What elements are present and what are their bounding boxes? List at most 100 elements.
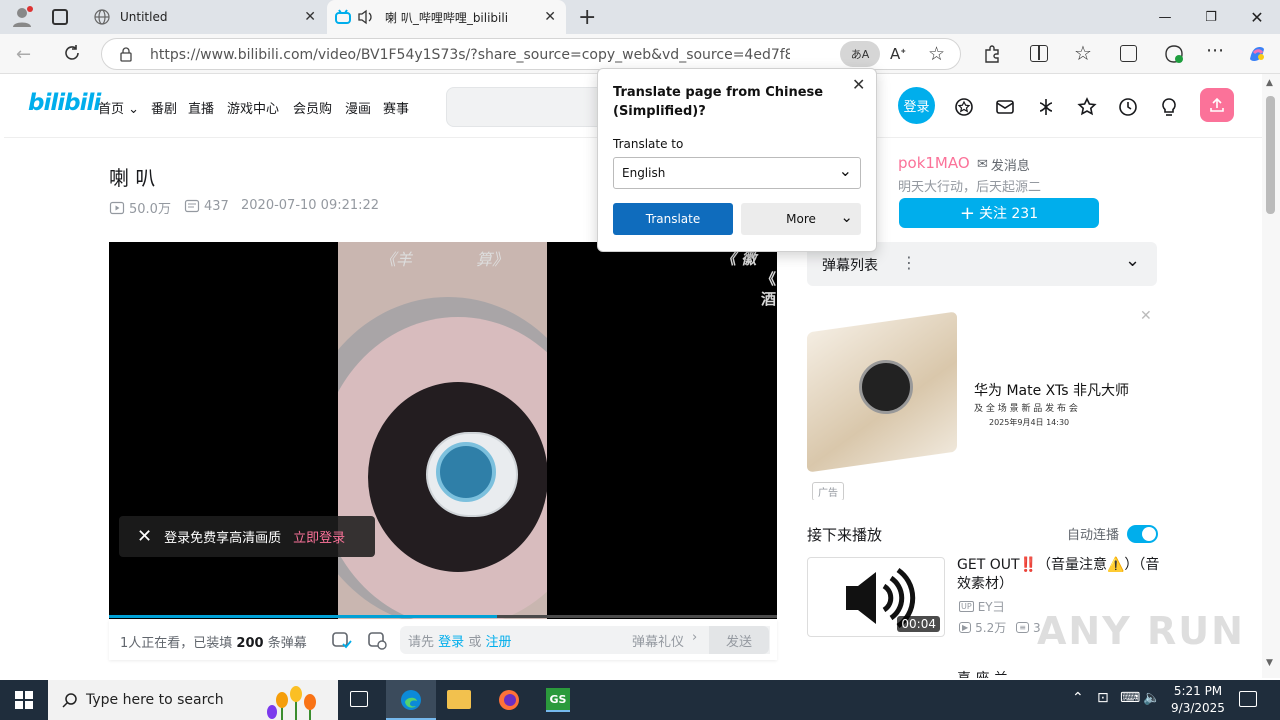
dynamics-icon[interactable]: [1035, 96, 1057, 118]
translate-badge[interactable]: あA: [840, 41, 880, 67]
greenshot-icon[interactable]: GS: [546, 688, 570, 712]
ad-tag: 广告: [812, 482, 844, 500]
more-button[interactable]: More ⌄: [741, 203, 861, 235]
close-ad-icon[interactable]: ✕: [1140, 308, 1152, 324]
rec-uploader[interactable]: UP EY彐: [959, 598, 1005, 615]
refresh-icon[interactable]: [62, 43, 82, 63]
scroll-up-arrow[interactable]: ▲: [1266, 78, 1273, 88]
login-hd-banner: ✕ 登录免费享高清画质 立即登录: [119, 516, 375, 557]
rec-title[interactable]: GET OUT‼️（音量注意⚠️）（音效素材）: [957, 556, 1162, 594]
edge-taskbar-icon[interactable]: [386, 680, 436, 720]
page-scrollbar[interactable]: ▲ ▼: [1262, 74, 1280, 678]
task-view-icon[interactable]: [350, 691, 368, 707]
translate-title: Translate page from Chinese (Simplified)…: [613, 85, 824, 119]
wifi-icon[interactable]: ⌨: [1120, 690, 1140, 706]
firefox-icon[interactable]: [497, 688, 521, 712]
speaker-icon[interactable]: [357, 9, 375, 25]
rec-title[interactable]: 喜 座 兰: [957, 668, 1008, 678]
close-tab-icon[interactable]: ✕: [304, 9, 316, 25]
nav-game-center[interactable]: 游戏中心: [227, 98, 279, 117]
scroll-thumb[interactable]: [1266, 96, 1275, 214]
danmaku-count: 437: [184, 198, 229, 214]
more-menu-icon[interactable]: ⋯: [1206, 40, 1224, 61]
rec-thumbnail[interactable]: 00:04: [807, 557, 945, 637]
copilot-icon[interactable]: [1246, 43, 1268, 65]
danmaku-toggle-icon[interactable]: [330, 629, 352, 651]
bilibili-logo[interactable]: bilibili: [28, 90, 101, 116]
danmaku-list-label: 弹幕列表: [822, 258, 878, 274]
translate-button[interactable]: Translate: [613, 203, 733, 235]
profile-icon[interactable]: [10, 5, 34, 29]
notifications-icon[interactable]: [1239, 691, 1257, 707]
send-button[interactable]: 发送: [709, 626, 769, 654]
watching-text: 1人正在看，已装填 200 条弹幕: [120, 636, 307, 651]
lock-icon[interactable]: [118, 46, 134, 62]
danmaku-etiquette-link[interactable]: 弹幕礼仪: [632, 631, 684, 650]
restore-button[interactable]: ❐: [1188, 0, 1234, 34]
language-select[interactable]: English ⌄: [613, 157, 861, 189]
browser-essentials-icon[interactable]: [1163, 43, 1185, 65]
windows-taskbar: Type here to search GS ⌃ ⊡ ⌨ 🔈 5:21 PM 9…: [0, 680, 1280, 720]
clock-time[interactable]: 5:21 PM: [1172, 684, 1224, 698]
close-tab-icon[interactable]: ✕: [544, 9, 556, 25]
nav-anime[interactable]: 番剧: [151, 98, 177, 117]
close-icon[interactable]: ✕: [137, 526, 152, 547]
network-icon[interactable]: ⊡: [1097, 690, 1109, 706]
ad-banner[interactable]: 华为 Mate XTs 非凡大师 及 全 场 景 新 品 发 布 会 2025年…: [807, 302, 1157, 500]
taskbar-search-box[interactable]: Type here to search: [48, 680, 338, 720]
history-icon[interactable]: [1117, 96, 1139, 118]
nav-home[interactable]: 首页 ⌄: [98, 98, 139, 117]
chevron-down-icon[interactable]: ⌄: [1125, 250, 1140, 271]
progress-bar[interactable]: [109, 615, 777, 618]
chevron-up-icon[interactable]: ⌃: [1072, 690, 1084, 706]
login-link[interactable]: 登录: [438, 635, 464, 650]
follow-button[interactable]: + 关注 231: [899, 198, 1099, 228]
close-window-button[interactable]: ✕: [1234, 0, 1280, 34]
nav-esports[interactable]: 赛事: [383, 98, 409, 117]
upload-icon: [1210, 97, 1224, 112]
kebab-menu-icon[interactable]: ⋮: [901, 253, 917, 272]
browser-tab-bar: Untitled ✕ 喇 叭_哔哩哔哩_bilibili ✕ + — ❐ ✕: [0, 0, 1280, 34]
progress-fill: [109, 615, 497, 618]
login-avatar-button[interactable]: 登录: [898, 87, 935, 124]
back-icon[interactable]: ←: [16, 44, 31, 65]
windows-start-icon[interactable]: [15, 691, 33, 709]
split-screen-icon[interactable]: [1030, 45, 1048, 62]
clock-date[interactable]: 9/3/2025: [1170, 701, 1226, 715]
login-now-link[interactable]: 立即登录: [293, 527, 345, 546]
nav-live[interactable]: 直播: [188, 98, 214, 117]
read-aloud-icon[interactable]: Aᐩ: [890, 45, 906, 63]
new-tab-button[interactable]: +: [578, 5, 596, 30]
tab-bilibili[interactable]: 喇 叭_哔哩哔哩_bilibili ✕: [327, 0, 566, 34]
uploader-name[interactable]: pok1MAO: [898, 154, 970, 172]
tab-untitled[interactable]: Untitled ✕: [88, 0, 326, 34]
address-bar[interactable]: https://www.bilibili.com/video/BV1F54y1S…: [101, 38, 961, 70]
creation-center-icon[interactable]: [1158, 96, 1180, 118]
message-icon[interactable]: [994, 96, 1016, 118]
close-icon[interactable]: ✕: [852, 75, 865, 94]
video-player[interactable]: 《羊 算》 《 徽 《 酒: [109, 242, 777, 619]
nav-manga[interactable]: 漫画: [345, 98, 371, 117]
favorite-star-icon[interactable]: ☆: [928, 43, 945, 65]
minimize-button[interactable]: —: [1142, 0, 1188, 34]
favorites-icon[interactable]: ☆: [1074, 41, 1092, 65]
tab-actions-icon[interactable]: [52, 9, 68, 25]
url-text[interactable]: https://www.bilibili.com/video/BV1F54y1S…: [150, 47, 790, 63]
premium-icon[interactable]: [953, 96, 975, 118]
extensions-icon[interactable]: [982, 44, 1002, 64]
view-count: 50.0万: [109, 198, 171, 217]
send-message-link[interactable]: ✉ 发消息: [977, 155, 1030, 174]
collections-icon[interactable]: [1120, 45, 1137, 62]
volume-icon[interactable]: 🔈: [1143, 690, 1160, 706]
favorites-star-icon[interactable]: [1076, 96, 1098, 118]
nav-shop[interactable]: 会员购: [293, 98, 332, 117]
autoplay-control[interactable]: 自动连播: [1067, 524, 1159, 543]
danmaku-settings-icon[interactable]: [366, 629, 388, 651]
search-placeholder: Type here to search: [86, 692, 224, 708]
autoplay-toggle[interactable]: [1127, 524, 1159, 543]
search-input[interactable]: [446, 87, 616, 127]
scroll-down-arrow[interactable]: ▼: [1266, 658, 1273, 668]
file-explorer-icon[interactable]: [447, 690, 471, 709]
upload-button[interactable]: [1200, 88, 1234, 122]
register-link[interactable]: 注册: [485, 635, 511, 650]
